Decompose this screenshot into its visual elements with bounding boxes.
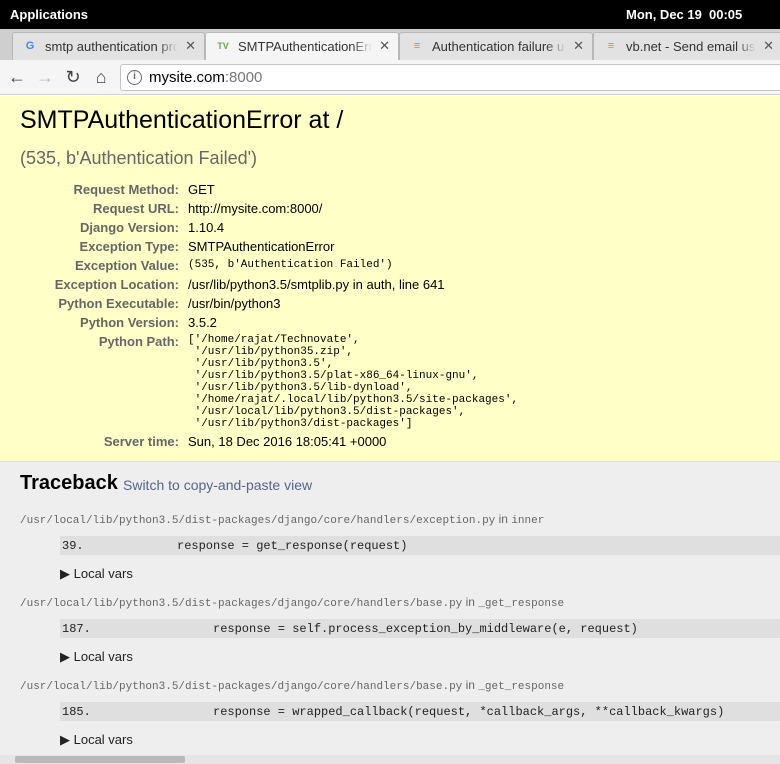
address-bar[interactable]: i mysite.com:8000 [120, 64, 780, 91]
meta-value: http://mysite.com:8000/ [188, 201, 323, 216]
tab-title: Authentication failure u [432, 39, 565, 54]
reload-icon[interactable]: ↻ [62, 66, 84, 88]
url-host: mysite.com [149, 69, 225, 86]
switch-copy-paste-link[interactable]: Switch to copy-and-paste view [123, 477, 312, 493]
close-icon[interactable]: ✕ [573, 38, 584, 54]
local-vars-toggle[interactable]: ▶ Local vars [60, 566, 133, 582]
meta-label: Server time: [103, 434, 179, 449]
meta-label: Exception Type: [79, 239, 179, 254]
tab-smtp-authentication-error[interactable]: TV SMTPAuthenticationErro ✕ [205, 32, 399, 60]
tab-vbnet-send-email[interactable]: ≡ vb.net - Send email usin ✕ [593, 32, 780, 60]
meta-value: /usr/bin/python3 [188, 296, 281, 311]
close-icon[interactable]: ✕ [379, 38, 390, 54]
frame-in-word: in [498, 512, 508, 526]
stackoverflow-icon: ≡ [413, 40, 421, 52]
traceback-section: Traceback Switch to copy-and-paste view … [0, 462, 780, 764]
meta-label: Python Path: [98, 334, 179, 349]
clock-date[interactable]: Mon, Dec 19 [626, 7, 702, 22]
meta-label: Python Version: [80, 315, 179, 330]
exception-message: (535, b'Authentication Failed') [20, 148, 258, 168]
python-path-value: ['/home/rajat/Technovate', '/usr/lib/pyt… [188, 334, 519, 430]
tab-title: SMTPAuthenticationErro [238, 39, 372, 54]
meta-value: (535, b'Authentication Failed') [188, 259, 393, 271]
frame-code-line[interactable]: 39. response = get_response(request) [60, 536, 780, 555]
meta-value: /usr/lib/python3.5/smtplib.py in auth, l… [188, 277, 445, 292]
stackoverflow-icon: ≡ [607, 40, 615, 52]
code-text: response = self.process_exception_by_mid… [213, 622, 638, 636]
tab-authentication-failure[interactable]: ≡ Authentication failure u ✕ [399, 32, 593, 60]
close-icon[interactable]: ✕ [185, 38, 196, 54]
clock-time[interactable]: 00:05 [709, 7, 742, 22]
horizontal-scrollbar[interactable] [0, 755, 780, 764]
line-number: 187. [62, 622, 91, 636]
google-icon: G [25, 40, 35, 52]
back-arrow-icon[interactable]: ← [6, 66, 28, 88]
forward-arrow-icon[interactable]: → [34, 66, 56, 88]
frame-function: _get_response [478, 598, 565, 610]
local-vars-toggle[interactable]: ▶ Local vars [60, 649, 133, 665]
frame-file-path: /usr/local/lib/python3.5/dist-packages/d… [20, 515, 496, 527]
frame-function: _get_response [478, 681, 565, 693]
error-summary: SMTPAuthenticationError at / (535, b'Aut… [0, 96, 780, 462]
tab-title: vb.net - Send email usin [626, 39, 756, 54]
frame-location: /usr/local/lib/python3.5/dist-packages/d… [20, 512, 544, 527]
meta-value: Sun, 18 Dec 2016 18:05:41 +0000 [188, 434, 387, 449]
meta-value: SMTPAuthenticationError [188, 239, 335, 254]
meta-label: Request Method: [73, 182, 179, 197]
meta-label: Exception Value: [74, 258, 179, 273]
frame-location: /usr/local/lib/python3.5/dist-packages/d… [20, 595, 564, 610]
frame-location: /usr/local/lib/python3.5/dist-packages/d… [20, 678, 564, 693]
scrollbar-thumb[interactable] [15, 756, 185, 763]
home-icon[interactable]: ⌂ [90, 66, 112, 88]
url-port: :8000 [224, 69, 263, 86]
tab-title: smtp authentication pro [45, 39, 178, 54]
meta-label: Python Executable: [58, 296, 179, 311]
applications-menu[interactable]: Applications [10, 7, 88, 22]
frame-in-word: in [465, 678, 475, 692]
meta-value: 3.5.2 [188, 315, 217, 330]
meta-value: 1.10.4 [188, 220, 225, 235]
code-text: response = get_response(request) [177, 539, 408, 553]
close-icon[interactable]: ✕ [763, 38, 774, 54]
meta-value: GET [188, 182, 215, 197]
code-text: response = wrapped_callback(request, *ca… [213, 705, 725, 719]
frame-code-line[interactable]: 187. response = self.process_exception_b… [60, 619, 780, 638]
address-url: mysite.com:8000 [149, 69, 262, 86]
line-number: 185. [62, 705, 91, 719]
line-number: 39. [62, 539, 84, 553]
system-bar: Applications Mon, Dec 19 00:05 [0, 0, 780, 29]
browser-toolbar: ← → ↻ ⌂ i mysite.com:8000 [0, 60, 780, 95]
info-icon[interactable]: i [127, 70, 142, 85]
page-title: SMTPAuthenticationError at / [20, 106, 344, 134]
frame-in-word: in [465, 595, 475, 609]
frame-file-path: /usr/local/lib/python3.5/dist-packages/d… [20, 598, 463, 610]
meta-label: Request URL: [93, 201, 179, 216]
meta-label: Django Version: [80, 220, 179, 235]
traceback-heading: Traceback [20, 472, 118, 494]
frame-file-path: /usr/local/lib/python3.5/dist-packages/d… [20, 681, 463, 693]
tab-smtp-authentication[interactable]: G smtp authentication pro ✕ [12, 32, 205, 60]
frame-function: inner [511, 515, 545, 527]
site-favicon-icon: TV [217, 41, 229, 51]
local-vars-toggle[interactable]: ▶ Local vars [60, 732, 133, 748]
meta-label: Exception Location: [54, 277, 179, 292]
tab-strip: G smtp authentication pro ✕ TV SMTPAuthe… [0, 29, 780, 60]
frame-code-line[interactable]: 185. response = wrapped_callback(request… [60, 702, 780, 721]
